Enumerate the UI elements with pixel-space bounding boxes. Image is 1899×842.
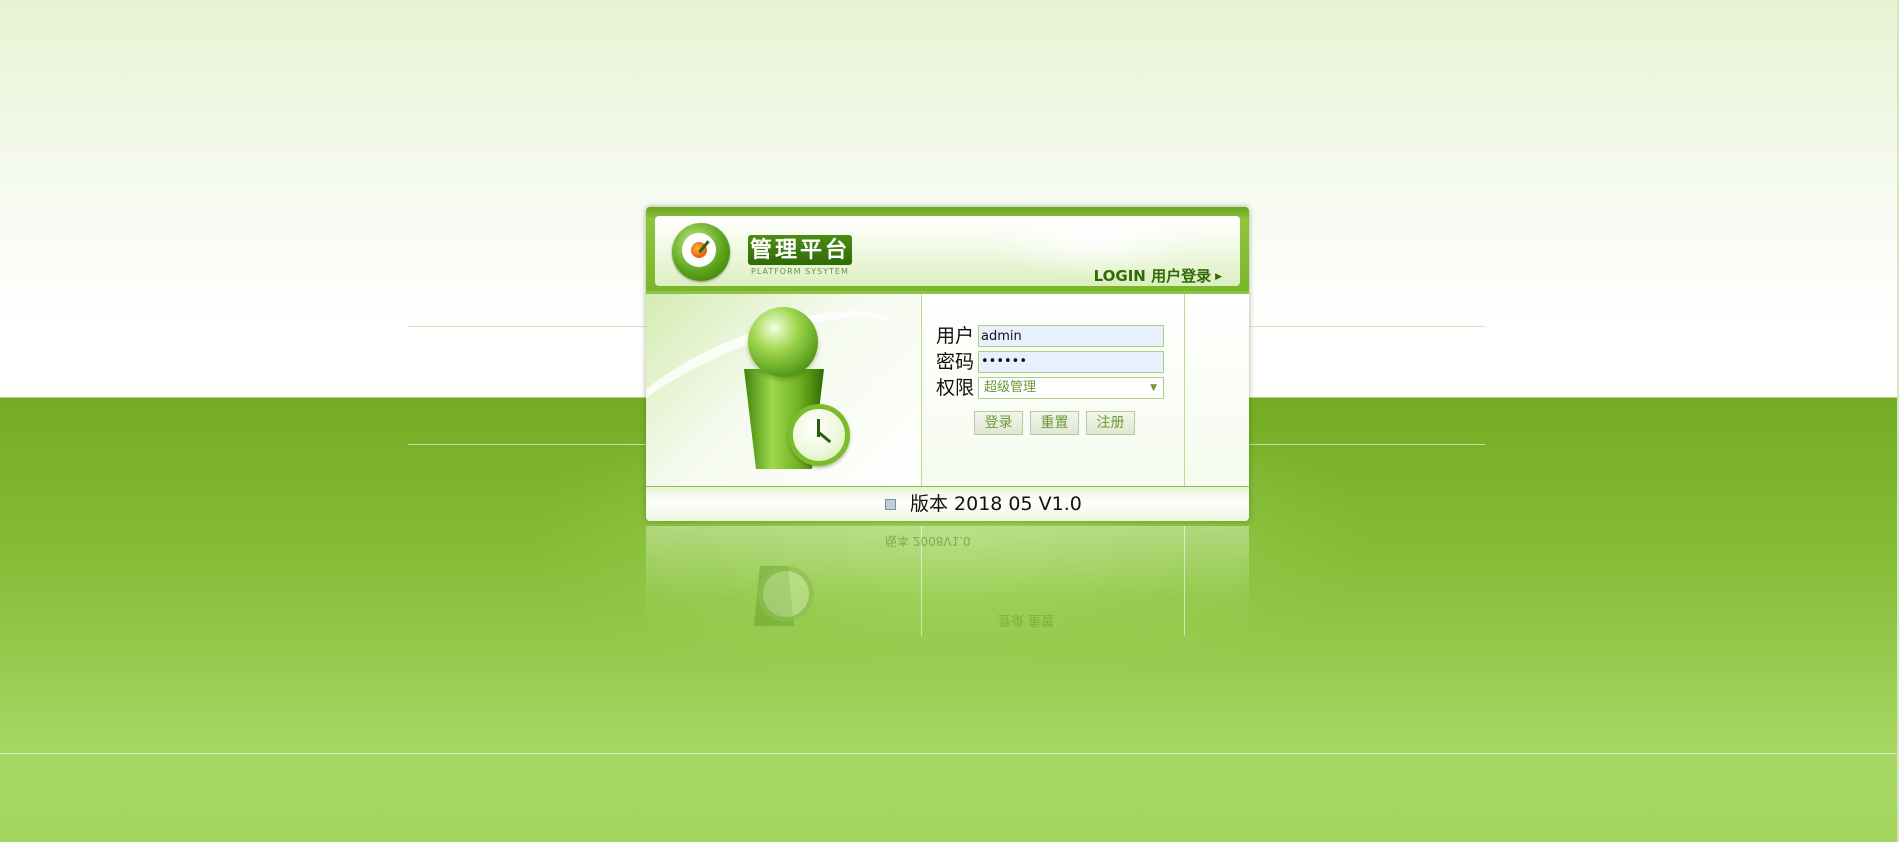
reflection-buttons-text: 登录 重置	[998, 612, 1055, 627]
reflection-version-text: 版本 2008V1.0	[885, 534, 971, 548]
login-panel: 管理平台 PLATFORM SYSYTEM LOGIN 用户登录 ▶ 用户 ad…	[646, 207, 1249, 521]
role-select[interactable]: 超级管理 ▼	[978, 377, 1164, 399]
brand-title: 管理平台	[748, 235, 852, 265]
login-illustration	[646, 294, 920, 486]
register-button[interactable]: 注册	[1086, 411, 1135, 435]
reflection-divider	[1184, 526, 1185, 636]
vertical-divider	[921, 294, 922, 486]
reflection-clock-icon	[758, 566, 814, 622]
triangle-down-icon[interactable]: ▼	[1150, 378, 1157, 398]
password-row: 密码 ••••••	[936, 350, 1176, 374]
background-band-line	[0, 753, 1899, 754]
button-row: 登录 重置 注册	[936, 411, 1176, 435]
panel-header: 管理平台 PLATFORM SYSYTEM LOGIN 用户登录 ▶	[646, 207, 1249, 291]
login-title: LOGIN 用户登录 ▶	[1094, 265, 1222, 286]
clock-hand	[818, 431, 832, 444]
user-row: 用户	[936, 324, 1176, 348]
role-label: 权限	[936, 377, 975, 399]
reset-button[interactable]: 重置	[1030, 411, 1079, 435]
logo-ring	[682, 233, 716, 267]
login-button[interactable]: 登录	[974, 411, 1023, 435]
login-title-text: LOGIN 用户登录	[1093, 267, 1212, 285]
login-body: 用户 密码 •••••• 权限 超级管理 ▼ 登录 重置 注册	[646, 294, 1249, 486]
user-label: 用户	[936, 325, 975, 347]
vertical-divider	[1184, 294, 1185, 486]
brand-subtitle: PLATFORM SYSYTEM	[751, 267, 849, 276]
password-input[interactable]: ••••••	[978, 351, 1164, 373]
username-input[interactable]	[978, 325, 1164, 347]
version-text: 版本 2018 05 V1.0	[910, 493, 1082, 515]
panel-reflection: 版本 2008V1.0 登录 重置	[646, 526, 1249, 646]
panel-header-inner: 管理平台 PLATFORM SYSYTEM LOGIN 用户登录 ▶	[655, 216, 1240, 286]
clock-icon	[788, 404, 850, 466]
role-selected-value: 超级管理	[984, 380, 1037, 395]
platform-logo-icon	[672, 223, 730, 281]
document-icon	[885, 499, 896, 510]
role-row: 权限 超级管理 ▼	[936, 376, 1176, 400]
figure-head	[748, 307, 818, 377]
triangle-right-icon: ▶	[1215, 272, 1222, 282]
panel-footer: 版本 2018 05 V1.0	[646, 486, 1249, 521]
password-label: 密码	[936, 351, 975, 373]
